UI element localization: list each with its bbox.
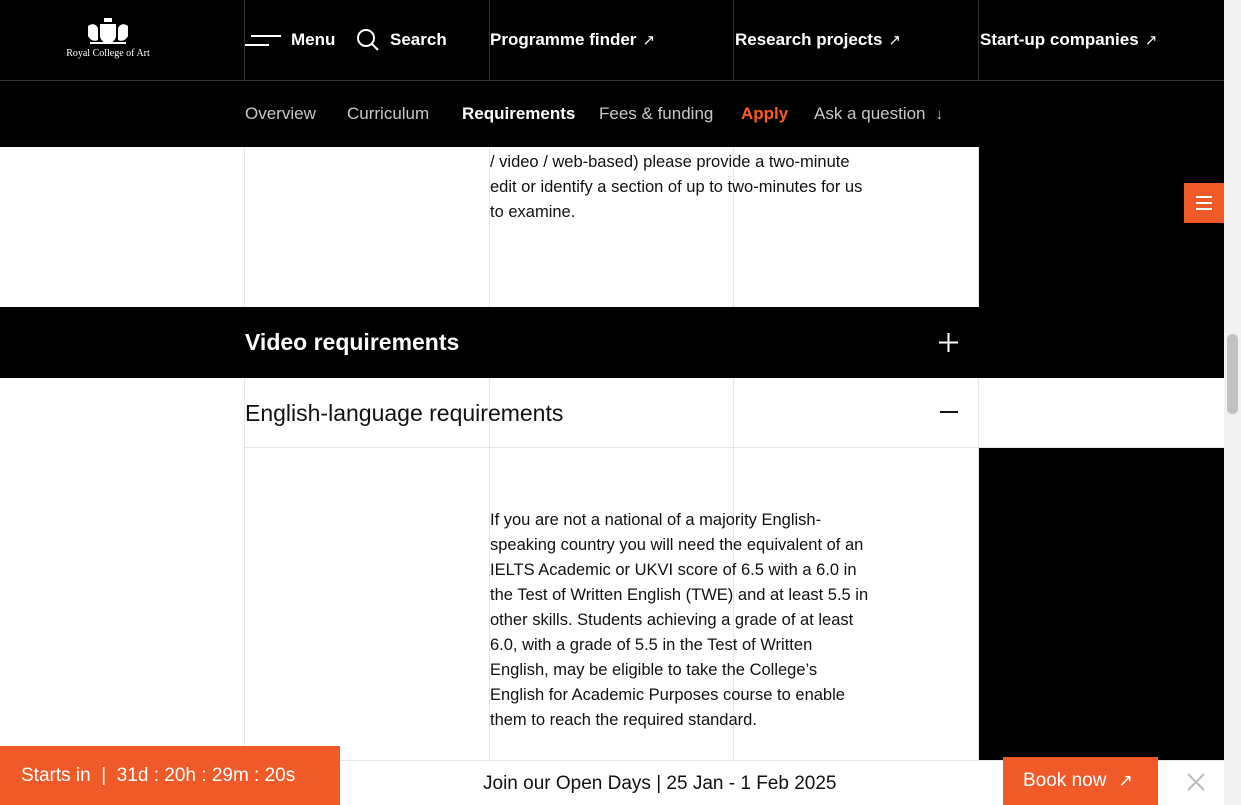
tab-curriculum[interactable]: Curriculum [347,81,429,147]
accordion-video-requirements[interactable]: Video requirements [0,307,979,378]
side-panel-gap [979,378,1224,448]
english-requirements-body: If you are not a national of a majority … [490,511,869,729]
start-up-companies-link[interactable]: Start-up companies ↗ [980,0,1157,80]
table-of-contents-button[interactable] [1184,183,1224,223]
menu-label: Menu [291,30,336,49]
down-arrow-icon: ↓ [935,105,944,123]
book-now-button[interactable]: Book now ↗ [1003,757,1158,805]
programme-subnav: Overview Curriculum Requirements Fees & … [0,81,1224,147]
divider [978,0,979,80]
start-up-companies-label: Start-up companies [980,30,1139,49]
previous-section-paragraph: / video / web-based) please provide a tw… [490,153,863,221]
external-arrow-icon: ↗ [642,32,656,49]
programme-finder-label: Programme finder [490,30,637,49]
external-arrow-icon: ↗ [1144,32,1158,49]
list-icon [1196,196,1212,210]
scrollbar-thumb[interactable] [1227,334,1238,414]
ask-a-question-label: Ask a question [814,104,926,123]
brand-name: Royal College of Art [66,48,150,59]
external-arrow-icon: ↗ [1118,771,1133,790]
page-scrollbar[interactable] [1224,0,1241,805]
search-button[interactable]: Search [356,0,447,80]
book-now-label: Book now [1023,770,1107,791]
open-days-countdown: Starts in | 31d : 20h : 29m : 20s [0,746,340,805]
menu-button[interactable]: Menu [245,0,335,80]
hamburger-icon [245,33,281,47]
research-projects-label: Research projects [735,30,883,49]
open-days-message: Join our Open Days | 25 Jan - 1 Feb 2025 [483,772,837,794]
tab-requirements[interactable]: Requirements [462,81,575,147]
top-navigation-bar: Royal College of Art Menu Search Program… [0,0,1224,81]
rca-logo[interactable]: Royal College of Art [58,16,158,64]
programme-finder-link[interactable]: Programme finder ↗ [490,0,655,80]
search-icon [357,29,379,51]
accordion-title: English-language requirements [245,399,564,426]
close-icon[interactable] [1184,770,1208,794]
search-label: Search [390,30,447,49]
divider [733,0,734,80]
tab-apply[interactable]: Apply [741,81,788,147]
research-projects-link[interactable]: Research projects ↗ [735,0,901,80]
tab-fees-funding[interactable]: Fees & funding [599,81,713,147]
tab-overview[interactable]: Overview [245,81,316,147]
accordion-english-language-requirements[interactable]: English-language requirements [245,378,979,448]
tab-ask-a-question[interactable]: Ask a question ↓ [814,81,943,147]
side-panel [979,147,1224,805]
accordion-title: Video requirements [245,329,460,355]
external-arrow-icon: ↗ [888,32,901,49]
crest-icon [88,18,128,44]
minus-icon [940,411,958,413]
plus-icon [939,333,958,352]
divider [244,0,245,80]
